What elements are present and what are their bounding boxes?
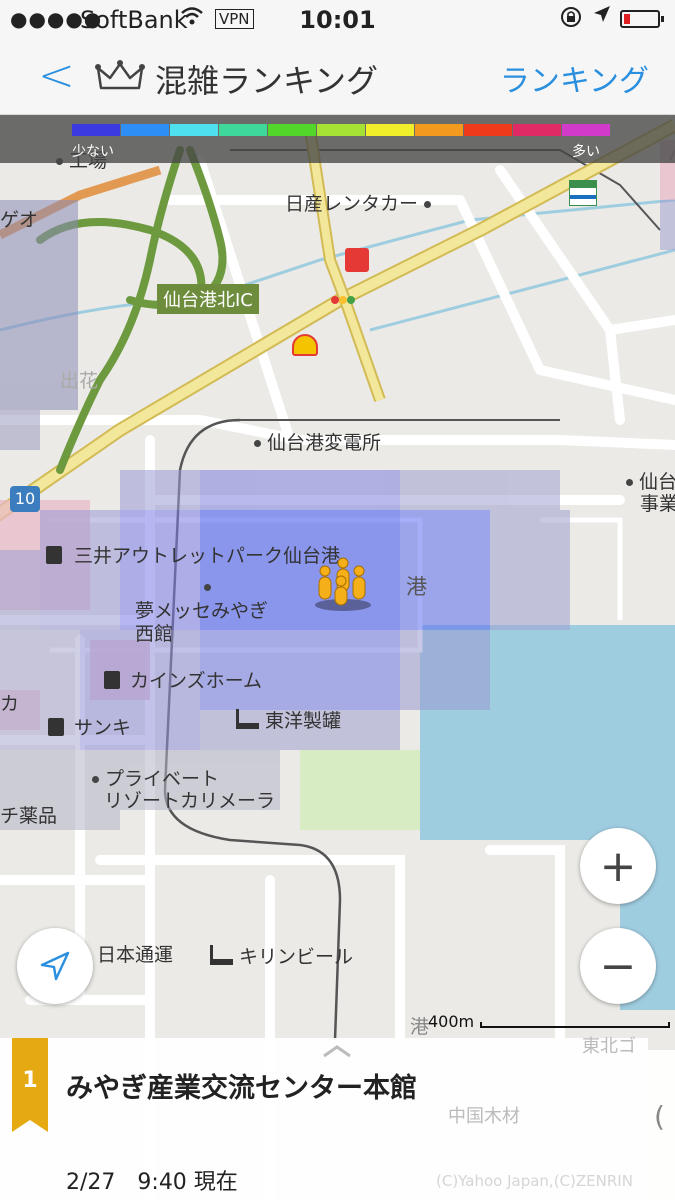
congestion-legend: 少ない 多い [0, 115, 675, 163]
battery-icon [620, 10, 664, 28]
chevron-left-icon: ( [654, 1100, 665, 1133]
shopping-bag-icon [104, 671, 120, 689]
page-title: 混雑ランキング [155, 62, 379, 100]
poi-kirin[interactable]: キリンビール [210, 942, 353, 969]
updated-time: 2/27 9:40 現在 [66, 1170, 238, 1195]
legend-color-segment [268, 124, 316, 136]
location-arrow-icon [592, 4, 612, 30]
zoom-out-button[interactable]: − [580, 928, 656, 1004]
shell-icon [292, 334, 318, 356]
poi-toyo[interactable]: 東洋製罐 [236, 706, 341, 733]
legend-high-label: 多い [572, 144, 600, 160]
route-10-badge: 10 [10, 486, 40, 512]
poi-sanki[interactable]: サンキ [48, 713, 131, 740]
shopping-bag-icon [48, 718, 64, 736]
navigation-arrow-icon [40, 951, 70, 981]
poi-private-resort-sub: リゾートカリメーラ [104, 790, 276, 812]
map-copyright: (C)Yahoo Japan,(C)ZENRIN [436, 1172, 633, 1190]
crowd-marker-icon[interactable] [313, 553, 373, 613]
map-label-port2: 港 [410, 1016, 430, 1038]
map-label-geo: ゲオ [0, 209, 39, 231]
crown-icon [95, 60, 145, 90]
legend-color-segment [464, 124, 512, 136]
map-label-ka: カ [0, 693, 20, 715]
map-label-messe-dot [198, 576, 217, 598]
map-label-jigyo: 事業 [640, 493, 675, 515]
shopping-bag-icon [46, 546, 62, 564]
restaurant-icon [345, 248, 369, 272]
side-panel-tab[interactable]: ( [648, 1050, 675, 1200]
legend-low-label: 少ない [72, 144, 114, 160]
map-label-drug: チ薬品 [0, 805, 58, 827]
scale-label: 400m [428, 1012, 475, 1031]
poi-messe-sub: 西館 [135, 623, 174, 645]
legend-color-segment [72, 124, 120, 136]
legend-color-scale [72, 124, 611, 136]
map-label-tohoku: 東北ゴ [582, 1036, 636, 1057]
zoom-in-button[interactable]: + [580, 828, 656, 904]
legend-color-segment [170, 124, 218, 136]
current-location-button[interactable] [17, 928, 93, 1004]
status-bar: ●●●●● SoftBank VPN 10:01 [0, 0, 675, 40]
rank-badge: 1 [12, 1038, 48, 1132]
factory-icon [210, 945, 233, 965]
familymart-icon [569, 180, 597, 206]
map-label-chugoku: 中国木材 [448, 1106, 520, 1127]
ranking-button[interactable]: ランキング [500, 56, 649, 100]
legend-color-segment [415, 124, 463, 136]
back-button[interactable]: < [38, 50, 75, 101]
chevron-up-icon[interactable] [322, 1044, 352, 1058]
map-label-substation: 仙台港変電所 [248, 428, 381, 455]
navigation-bar: < 混雑ランキング ランキング [0, 40, 675, 115]
map-label-nissan: 日産レンタカー [285, 189, 437, 216]
orientation-lock-icon [560, 6, 582, 33]
legend-color-segment [562, 124, 610, 136]
map-label-port: 港 [406, 575, 427, 599]
map-label-ic: 仙台港北IC [157, 284, 259, 314]
legend-color-segment [121, 124, 169, 136]
poi-outlet[interactable]: 三井アウトレットパーク仙台港 [46, 541, 340, 568]
scale-bar [480, 1022, 670, 1028]
place-name[interactable]: みやぎ産業交流センター本館 [66, 1066, 417, 1105]
legend-color-segment [219, 124, 267, 136]
legend-color-segment [317, 124, 365, 136]
map-label-dehana: 出花 [60, 370, 99, 392]
minus-icon: − [599, 940, 637, 992]
plus-icon: + [599, 840, 637, 892]
poi-cainz[interactable]: カインズホーム [104, 666, 262, 693]
factory-icon [236, 709, 259, 729]
legend-color-segment [513, 124, 561, 136]
legend-color-segment [366, 124, 414, 136]
